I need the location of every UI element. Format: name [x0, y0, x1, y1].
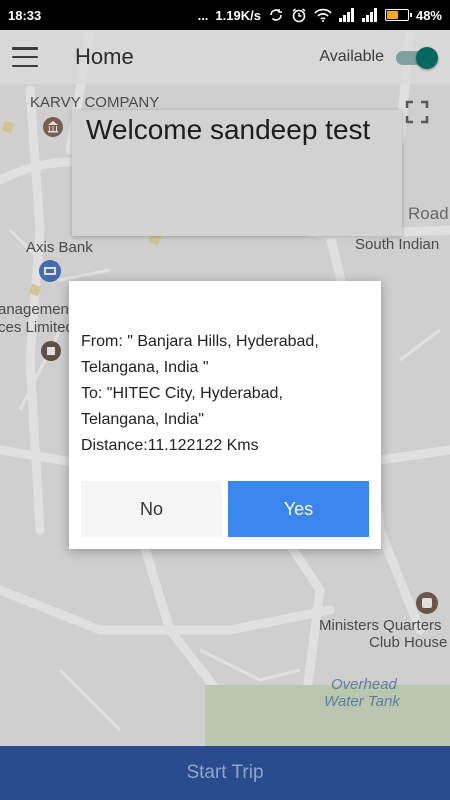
status-dots: ...: [197, 7, 209, 23]
alarm-icon: [291, 7, 307, 23]
to-line-1: To: "HITEC City, Hyderabad,: [81, 385, 283, 402]
signal-icon: [338, 8, 355, 22]
yes-button[interactable]: Yes: [228, 481, 369, 537]
start-trip-label: Start Trip: [186, 762, 264, 783]
status-right: ... 1.19K/s 48%: [198, 7, 442, 23]
status-time: 18:33: [8, 7, 42, 23]
no-button[interactable]: No: [81, 481, 222, 537]
battery-icon: [384, 9, 412, 21]
signal-icon: [361, 8, 378, 22]
sync-icon: [268, 7, 284, 23]
dialog-buttons: No Yes: [81, 481, 369, 537]
status-bar: 18:33 ... 1.19K/s 48%: [0, 0, 450, 30]
from-line-1: From: " Banjara Hills, Hyderabad,: [81, 333, 319, 350]
to-line-2: Telangana, India": [81, 411, 205, 428]
wifi-icon: [314, 8, 332, 22]
trip-confirm-dialog: From: " Banjara Hills, Hyderabad, Telang…: [69, 281, 381, 549]
network-speed: 1.19K/s: [215, 7, 261, 23]
battery-fill: [386, 11, 398, 19]
battery-percent: 48%: [415, 7, 442, 23]
start-trip-button[interactable]: Start Trip: [0, 746, 450, 800]
distance-text: Distance:11.122122 Kms: [81, 437, 259, 454]
from-line-2: Telangana, India ": [81, 359, 209, 376]
